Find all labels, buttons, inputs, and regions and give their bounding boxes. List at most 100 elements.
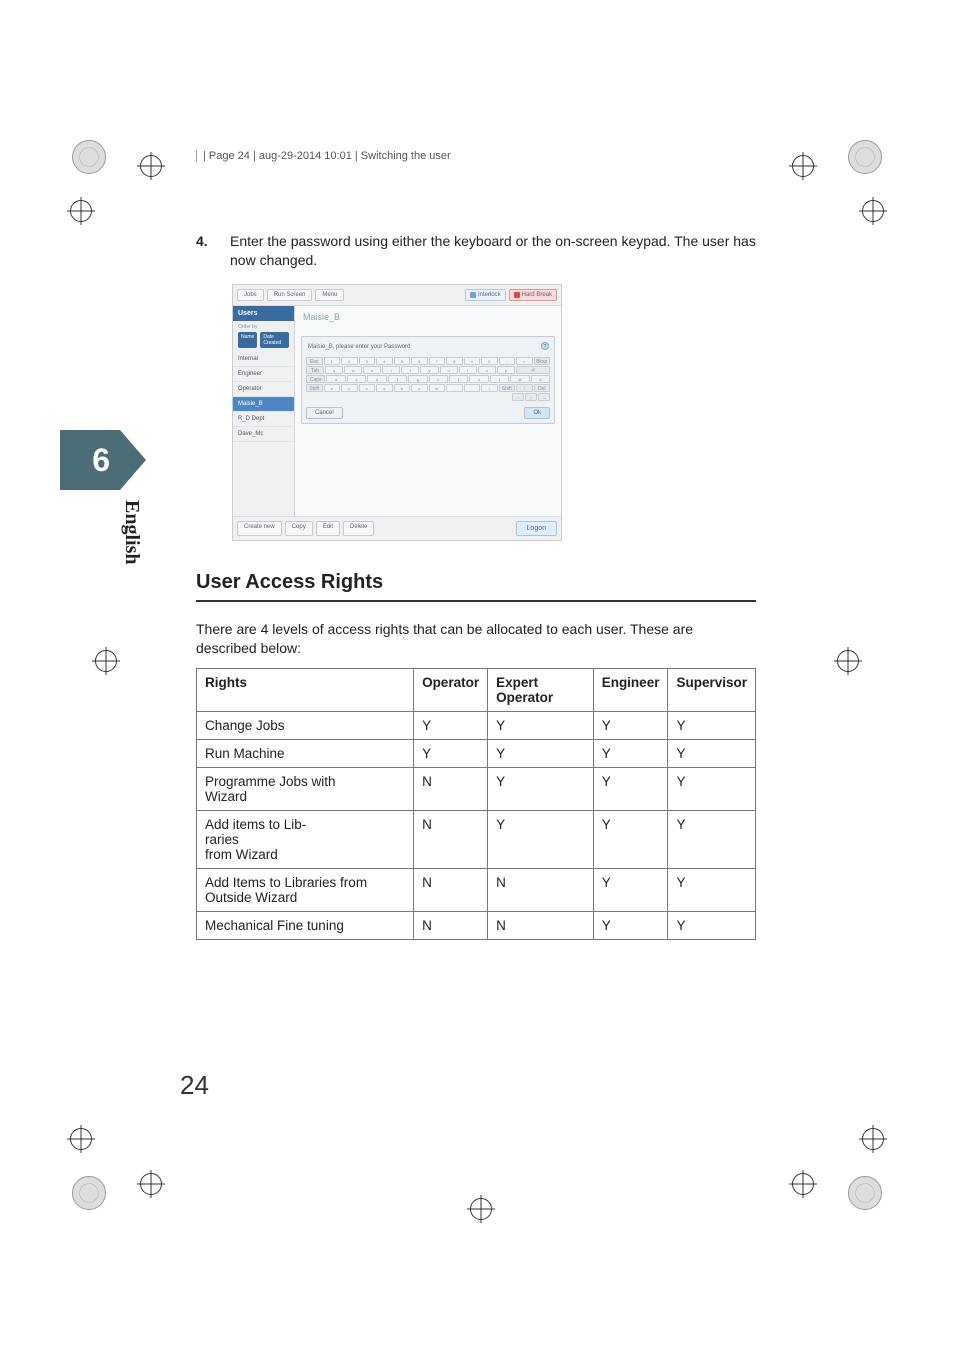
- create-new-button[interactable]: Create new: [237, 521, 282, 536]
- key[interactable]: @: [510, 375, 529, 383]
- user-item-selected[interactable]: Maisie_B: [233, 397, 294, 412]
- key-right[interactable]: →: [538, 393, 550, 401]
- key[interactable]: #: [531, 375, 550, 383]
- key[interactable]: 1: [324, 357, 341, 365]
- key[interactable]: f: [388, 375, 407, 383]
- key[interactable]: p: [497, 366, 515, 374]
- key[interactable]: u: [440, 366, 458, 374]
- key-tab[interactable]: Tab: [306, 366, 324, 374]
- tab-run-screen[interactable]: Run Screen: [267, 289, 313, 301]
- ss-bottombar: Create new Copy Edit Delete Logon: [233, 516, 561, 540]
- key[interactable]: i: [459, 366, 477, 374]
- step-text: Enter the password using either the keyb…: [230, 232, 756, 270]
- key-left[interactable]: ←: [512, 393, 524, 401]
- registration-mark: [470, 1198, 492, 1220]
- crop-circle: [72, 140, 106, 174]
- key[interactable]: m: [429, 384, 446, 392]
- value-cell: N: [488, 911, 594, 939]
- key[interactable]: 9: [464, 357, 481, 365]
- key-esc[interactable]: Esc: [306, 357, 323, 365]
- value-cell: N: [414, 911, 488, 939]
- language-tab: English: [120, 500, 143, 564]
- key[interactable]: z: [324, 384, 341, 392]
- key[interactable]: 4: [376, 357, 393, 365]
- tab-jobs[interactable]: Jobs: [237, 289, 264, 301]
- th-rights: Rights: [197, 668, 414, 711]
- key[interactable]: r: [382, 366, 400, 374]
- user-item[interactable]: Engineer: [233, 367, 294, 382]
- value-cell: Y: [668, 767, 756, 810]
- chip-name[interactable]: Name: [238, 332, 257, 348]
- key[interactable]: =: [516, 357, 533, 365]
- key-up[interactable]: ↑: [516, 384, 533, 392]
- registration-mark: [862, 1128, 884, 1150]
- user-item[interactable]: Internal: [233, 352, 294, 367]
- key[interactable]: 3: [359, 357, 376, 365]
- logon-button[interactable]: Logon: [516, 521, 557, 536]
- cancel-button[interactable]: Cancel: [306, 407, 343, 419]
- ss-main: Maisie_B ? Maisie_B, please enter your P…: [295, 306, 561, 516]
- user-item[interactable]: Dave_Mc: [233, 427, 294, 442]
- step-number: 4.: [196, 232, 212, 270]
- key[interactable]: t: [401, 366, 419, 374]
- value-cell: Y: [593, 868, 668, 911]
- key[interactable]: k: [469, 375, 488, 383]
- crop-circle: [848, 140, 882, 174]
- chip-date[interactable]: Date Created: [260, 332, 289, 348]
- key[interactable]: s: [347, 375, 366, 383]
- key[interactable]: ,: [446, 384, 463, 392]
- chapter-tab: 6: [60, 430, 120, 490]
- value-cell: Y: [668, 868, 756, 911]
- key[interactable]: g: [408, 375, 427, 383]
- key-bksp[interactable]: Bksp: [534, 357, 551, 365]
- key[interactable]: c: [359, 384, 376, 392]
- key-enter[interactable]: ⏎: [516, 366, 550, 374]
- registration-mark: [140, 155, 162, 177]
- help-icon[interactable]: ?: [541, 342, 549, 350]
- key[interactable]: j: [449, 375, 468, 383]
- section-intro: There are 4 levels of access rights that…: [196, 620, 756, 658]
- key-caps[interactable]: Caps: [306, 375, 325, 383]
- main-title: Maisie_B: [295, 306, 561, 328]
- registration-mark: [837, 650, 859, 672]
- tab-menu[interactable]: Menu: [315, 289, 344, 301]
- key[interactable]: 8: [446, 357, 463, 365]
- value-cell: Y: [593, 810, 668, 868]
- key[interactable]: -: [499, 357, 516, 365]
- key-down[interactable]: ↓: [525, 393, 537, 401]
- key[interactable]: .: [464, 384, 481, 392]
- key[interactable]: w: [344, 366, 362, 374]
- key[interactable]: y: [420, 366, 438, 374]
- edit-button[interactable]: Edit: [316, 521, 340, 536]
- key-shift[interactable]: Shift: [306, 384, 323, 392]
- user-item[interactable]: Operator: [233, 382, 294, 397]
- delete-button[interactable]: Delete: [343, 521, 374, 536]
- key[interactable]: o: [478, 366, 496, 374]
- key[interactable]: b: [394, 384, 411, 392]
- ok-button[interactable]: Ok: [524, 407, 550, 419]
- key[interactable]: q: [325, 366, 343, 374]
- key[interactable]: n: [411, 384, 428, 392]
- key[interactable]: 7: [429, 357, 446, 365]
- key[interactable]: v: [376, 384, 393, 392]
- key[interactable]: l: [490, 375, 509, 383]
- key[interactable]: /: [481, 384, 498, 392]
- rights-cell: Programme Jobs with Wizard: [197, 767, 414, 810]
- copy-button[interactable]: Copy: [285, 521, 313, 536]
- sidebar-title: Users: [233, 306, 294, 321]
- th-operator: Operator: [414, 668, 488, 711]
- key[interactable]: 2: [341, 357, 358, 365]
- key[interactable]: 0: [481, 357, 498, 365]
- key-shift[interactable]: Shift: [499, 384, 516, 392]
- user-item[interactable]: R_D Dept: [233, 412, 294, 427]
- key-del[interactable]: Del: [534, 384, 551, 392]
- key[interactable]: x: [341, 384, 358, 392]
- key[interactable]: d: [367, 375, 386, 383]
- key[interactable]: e: [363, 366, 381, 374]
- key[interactable]: 5: [394, 357, 411, 365]
- crop-circle: [72, 1176, 106, 1210]
- key[interactable]: h: [429, 375, 448, 383]
- value-cell: Y: [593, 767, 668, 810]
- key[interactable]: 6: [411, 357, 428, 365]
- key[interactable]: a: [326, 375, 345, 383]
